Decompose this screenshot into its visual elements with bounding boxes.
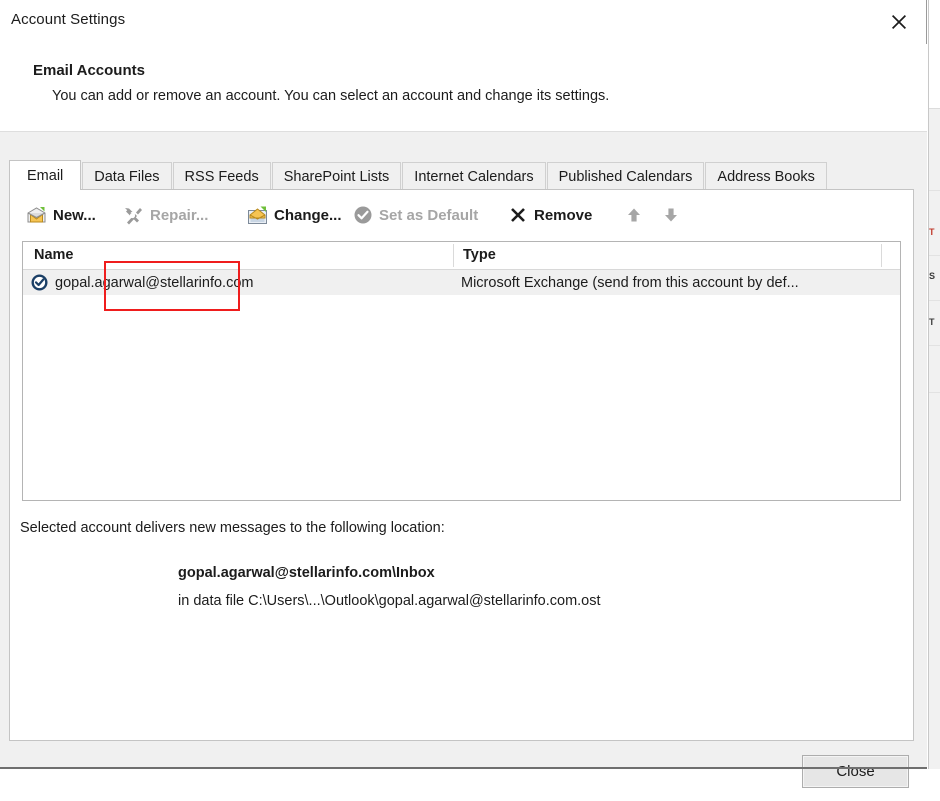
move-up-button[interactable] bbox=[625, 198, 643, 232]
change-button-label: Change... bbox=[274, 206, 342, 224]
change-button[interactable]: Change... bbox=[247, 198, 342, 232]
close-button[interactable]: Close bbox=[802, 755, 909, 788]
arrow-down-icon bbox=[662, 206, 680, 224]
account-settings-dialog: Account Settings Email Accounts You can … bbox=[0, 0, 927, 788]
account-type-cell: Microsoft Exchange (send from this accou… bbox=[461, 274, 799, 291]
tab-rss-feeds[interactable]: RSS Feeds bbox=[172, 162, 271, 190]
tab-data-files[interactable]: Data Files bbox=[82, 162, 172, 190]
new-button[interactable]: New... bbox=[26, 198, 96, 232]
dialog-header: Email Accounts You can add or remove an … bbox=[0, 44, 927, 131]
background-window-line bbox=[929, 300, 940, 301]
dialog-body: Email Data Files RSS Feeds SharePoint Li… bbox=[0, 132, 927, 788]
set-as-default-label: Set as Default bbox=[379, 206, 479, 224]
email-tab-panel: New... Repair... Change... Set as Defaul… bbox=[9, 189, 914, 741]
accounts-list-header: Name Type bbox=[23, 242, 900, 270]
delivery-caption: Selected account delivers new messages t… bbox=[20, 520, 445, 536]
background-window-fragment: S bbox=[929, 272, 935, 281]
arrow-up-icon bbox=[625, 206, 643, 224]
column-divider[interactable] bbox=[881, 244, 882, 267]
dialog-title: Account Settings bbox=[11, 11, 126, 28]
header-subtitle: You can add or remove an account. You ca… bbox=[52, 88, 610, 104]
background-window-fragment: T bbox=[929, 318, 935, 327]
change-account-icon bbox=[247, 205, 268, 226]
wrench-screwdriver-icon bbox=[122, 205, 144, 226]
column-header-type[interactable]: Type bbox=[463, 247, 496, 263]
dialog-button-bar: Close bbox=[0, 741, 927, 801]
new-button-label: New... bbox=[53, 206, 96, 224]
background-window-fragment: T bbox=[929, 228, 935, 237]
accounts-toolbar: New... Repair... Change... Set as Defaul… bbox=[10, 190, 913, 240]
delivery-location: gopal.agarwal@stellarinfo.com\Inbox bbox=[178, 565, 435, 581]
repair-button-label: Repair... bbox=[150, 206, 209, 224]
table-row[interactable]: gopal.agarwal@stellarinfo.com Microsoft … bbox=[23, 270, 900, 295]
tab-sharepoint-lists[interactable]: SharePoint Lists bbox=[271, 162, 402, 190]
x-mark-icon bbox=[508, 205, 528, 225]
account-name-cell: gopal.agarwal@stellarinfo.com bbox=[31, 270, 253, 295]
delivery-data-file: in data file C:\Users\...\Outlook\gopal.… bbox=[178, 593, 601, 609]
new-mail-icon bbox=[26, 205, 47, 226]
remove-button-label: Remove bbox=[534, 206, 593, 224]
column-header-name[interactable]: Name bbox=[34, 247, 74, 263]
account-name-text: gopal.agarwal@stellarinfo.com bbox=[55, 274, 254, 291]
tab-strip: Email Data Files RSS Feeds SharePoint Li… bbox=[9, 160, 914, 190]
background-window-line bbox=[929, 190, 940, 191]
background-window-line bbox=[929, 255, 940, 256]
column-divider[interactable] bbox=[453, 244, 454, 267]
background-window-line bbox=[929, 392, 940, 393]
tab-internet-calendars[interactable]: Internet Calendars bbox=[402, 162, 546, 190]
move-down-button[interactable] bbox=[662, 198, 680, 232]
check-circle-icon bbox=[353, 205, 373, 225]
header-title: Email Accounts bbox=[33, 62, 145, 79]
set-as-default-button[interactable]: Set as Default bbox=[353, 198, 478, 232]
close-x-icon[interactable] bbox=[879, 6, 919, 38]
exchange-account-icon bbox=[31, 274, 48, 291]
background-window-line bbox=[929, 345, 940, 346]
tab-email[interactable]: Email bbox=[9, 160, 82, 190]
tab-address-books[interactable]: Address Books bbox=[705, 162, 827, 190]
background-window-sliver: T S T bbox=[928, 0, 940, 769]
remove-button[interactable]: Remove bbox=[508, 198, 592, 232]
repair-button[interactable]: Repair... bbox=[122, 198, 208, 232]
dialog-titlebar: Account Settings bbox=[0, 0, 927, 44]
background-window-top bbox=[929, 0, 940, 109]
tab-published-calendars[interactable]: Published Calendars bbox=[546, 162, 705, 190]
accounts-list[interactable]: Name Type gopal.agarwal@stellarinfo.com … bbox=[22, 241, 901, 501]
